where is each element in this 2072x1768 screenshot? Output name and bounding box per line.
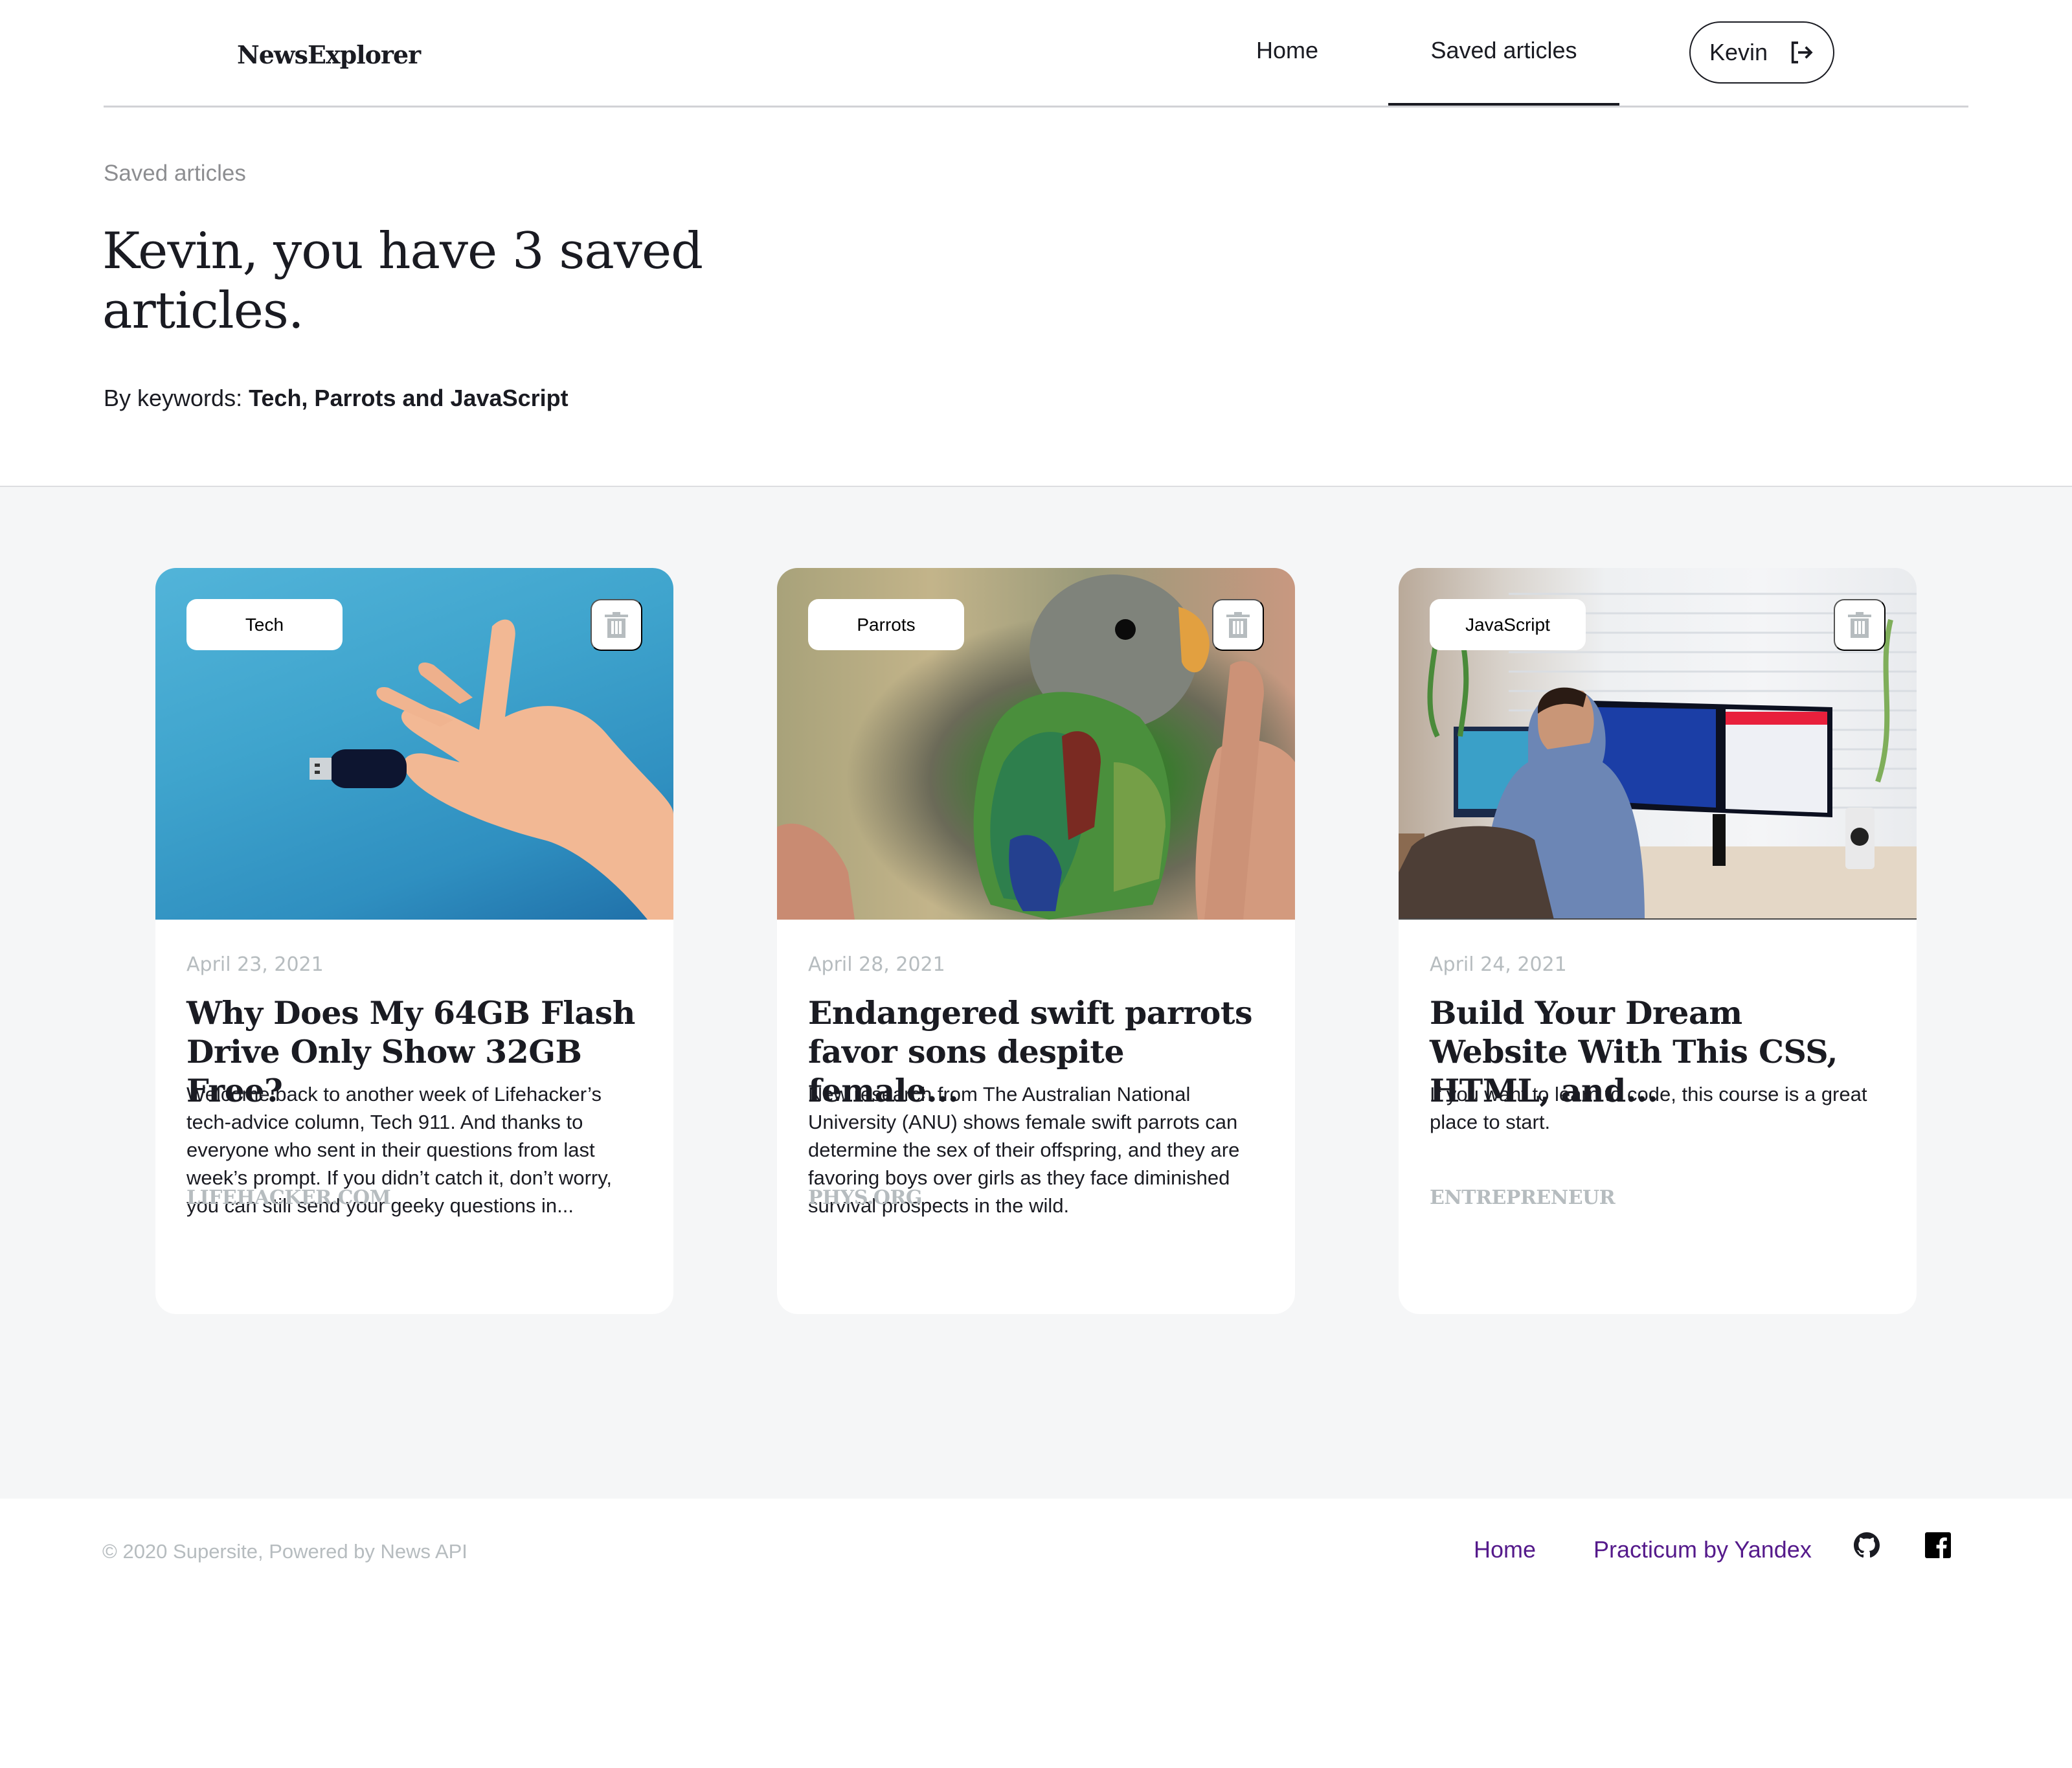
article-card[interactable]: Parrots April 28, 2021 Endangered swift … xyxy=(777,568,1295,1314)
article-source: LIFEHACKER.COM xyxy=(186,1186,391,1209)
nav-home-label: Home xyxy=(1256,37,1319,63)
github-icon xyxy=(1854,1532,1880,1558)
article-source: ENTREPRENEUR xyxy=(1430,1186,1616,1209)
delete-article-button[interactable] xyxy=(1212,599,1264,651)
facebook-link[interactable] xyxy=(1925,1532,1951,1558)
article-card[interactable]: JavaScript April 24, 2021 Build Your Dre… xyxy=(1399,568,1917,1314)
keywords-summary: By keywords: Tech, Parrots and JavaScrip… xyxy=(104,383,569,413)
article-image: JavaScript xyxy=(1399,568,1917,920)
trash-icon xyxy=(605,612,628,638)
keywords-value: Tech, Parrots and JavaScript xyxy=(249,385,569,411)
copyright: © 2020 Supersite, Powered by News API xyxy=(102,1540,467,1563)
article-date: April 28, 2021 xyxy=(808,953,945,976)
article-body: April 28, 2021 Endangered swift parrots … xyxy=(808,920,1264,1314)
article-image: Parrots xyxy=(777,568,1295,920)
keyword-tag: Tech xyxy=(186,599,343,650)
saved-articles-intro: Saved articles Kevin, you have 3 saved a… xyxy=(0,108,2072,487)
facebook-icon xyxy=(1925,1532,1951,1558)
article-body: April 24, 2021 Build Your Dream Website … xyxy=(1430,920,1886,1314)
nav-saved-articles-label: Saved articles xyxy=(1430,37,1577,63)
article-date: April 24, 2021 xyxy=(1430,953,1567,976)
article-text: If you want to learn to code, this cours… xyxy=(1430,1083,1867,1133)
nav-saved-articles[interactable]: Saved articles xyxy=(1388,0,1619,108)
site-footer: © 2020 Supersite, Powered by News API Ho… xyxy=(0,1499,2072,1768)
footer-link-home[interactable]: Home xyxy=(1474,1535,1536,1565)
article-source: PHYS.ORG xyxy=(808,1186,923,1209)
article-card[interactable]: Tech April 23, 2021 Why Does My 64GB Fla… xyxy=(155,568,673,1314)
article-date: April 23, 2021 xyxy=(186,953,324,976)
site-header: NewsExplorer Home Saved articles Kevin xyxy=(0,0,2072,108)
delete-article-button[interactable] xyxy=(1834,599,1886,651)
article-body: April 23, 2021 Why Does My 64GB Flash Dr… xyxy=(186,920,642,1314)
article-image: Tech xyxy=(155,568,673,920)
page-label: Saved articles xyxy=(104,161,246,186)
logout-icon xyxy=(1788,40,1814,65)
footer-link-practicum[interactable]: Practicum by Yandex xyxy=(1593,1535,1812,1565)
trash-icon xyxy=(1226,612,1250,638)
keyword-tag: Parrots xyxy=(808,599,964,650)
keyword-tag: JavaScript xyxy=(1430,599,1586,650)
github-link[interactable] xyxy=(1854,1532,1880,1558)
trash-icon xyxy=(1848,612,1871,638)
logout-button[interactable]: Kevin xyxy=(1689,21,1834,84)
keywords-label: By keywords: xyxy=(104,385,249,411)
page-title: Kevin, you have 3 saved articles. xyxy=(102,222,703,340)
saved-articles-list: Tech April 23, 2021 Why Does My 64GB Fla… xyxy=(0,487,2072,1499)
delete-article-button[interactable] xyxy=(591,599,642,651)
user-name: Kevin xyxy=(1709,39,1768,65)
logo[interactable]: NewsExplorer xyxy=(237,38,421,73)
nav-home[interactable]: Home xyxy=(1230,0,1344,108)
